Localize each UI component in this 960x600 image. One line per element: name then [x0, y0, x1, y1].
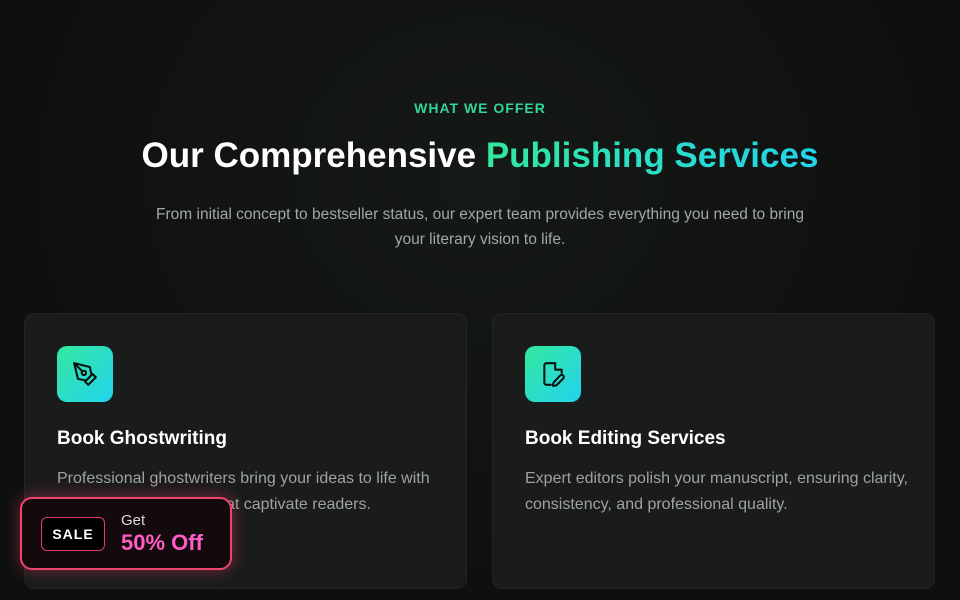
file-edit-icon — [525, 346, 581, 402]
promo-get-label: Get — [121, 511, 146, 529]
service-title: Book Editing Services — [525, 428, 726, 449]
service-title: Book Ghostwriting — [57, 428, 227, 449]
promo-text: Get 50% Off — [121, 512, 203, 556]
section-subtitle: From initial concept to bestseller statu… — [156, 206, 804, 248]
sale-badge: SALE — [41, 516, 105, 551]
section-title: Our Comprehensive Publishing Services — [0, 136, 960, 176]
title-plain: Our Comprehensive — [141, 136, 486, 175]
section-eyebrow: WHAT WE OFFER — [414, 100, 546, 116]
services-section: WHAT WE OFFER Our Comprehensive Publishi… — [0, 0, 960, 600]
sale-promo-popup[interactable]: SALE Get 50% Off — [20, 497, 232, 570]
pen-nib-icon — [57, 346, 113, 402]
service-card-editing[interactable]: Book Editing Services Expert editors pol… — [492, 313, 935, 589]
title-accent: Publishing Services — [485, 136, 819, 175]
promo-discount: 50% Off — [121, 529, 203, 555]
service-description: Expert editors polish your manuscript, e… — [525, 470, 908, 513]
